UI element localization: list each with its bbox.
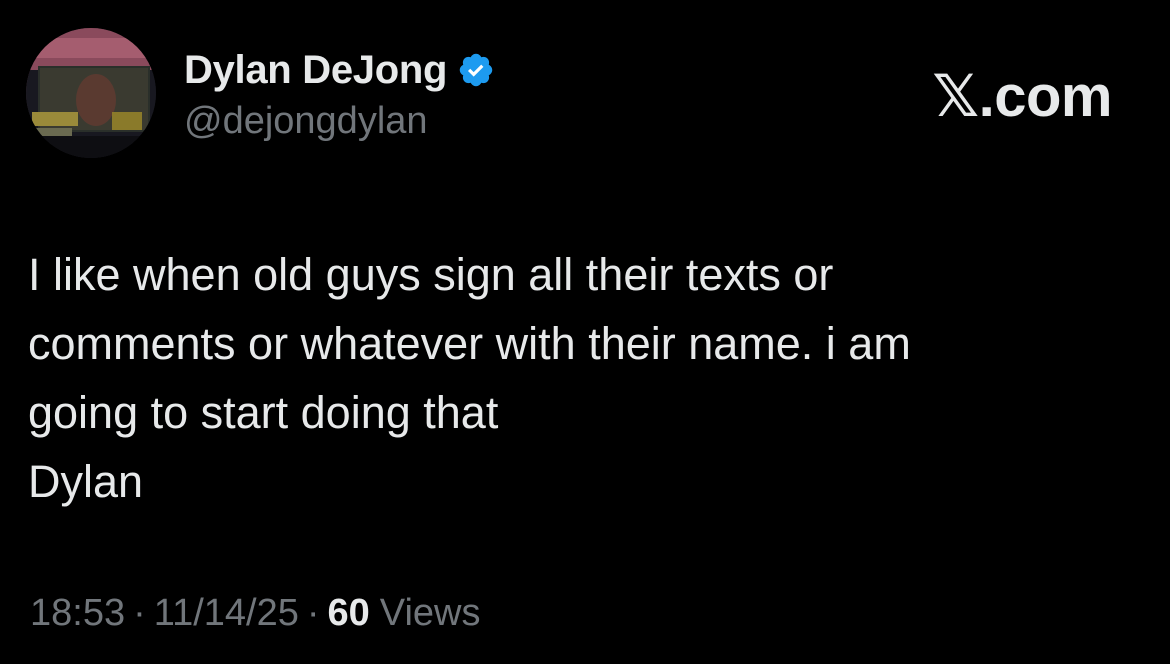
- tweet-date[interactable]: 11/14/25: [154, 592, 299, 635]
- x-com-logo: 𝕏.com: [932, 64, 1112, 129]
- avatar[interactable]: [26, 28, 156, 158]
- author-display-name[interactable]: Dylan DeJong: [184, 48, 447, 93]
- profile-photo-icon: [26, 28, 156, 158]
- verified-badge-icon: [459, 53, 493, 87]
- author-handle[interactable]: @dejongdylan: [184, 100, 428, 143]
- tweet-text-line: going to start doing that: [28, 387, 499, 438]
- meta-separator: ·: [306, 592, 320, 634]
- tweet-text-line: comments or whatever with their name. i …: [28, 318, 911, 369]
- meta-separator: ·: [133, 592, 146, 634]
- tweet-text-line: I like when old guys sign all their text…: [28, 249, 834, 300]
- tweet-time[interactable]: 18:53: [30, 592, 125, 635]
- tweet-text-line: Dylan: [28, 456, 144, 507]
- tweet-meta: 18:53 · 11/14/25 · 60 Views: [30, 592, 480, 635]
- tweet-text: I like when old guys sign all their text…: [28, 240, 1128, 516]
- author-name-row: Dylan DeJong: [184, 44, 495, 96]
- views-label[interactable]: Views: [380, 592, 481, 635]
- views-count[interactable]: 60: [328, 592, 370, 635]
- tweet-card: Dylan DeJong @dejongdylan 𝕏.com I like w…: [0, 0, 1170, 664]
